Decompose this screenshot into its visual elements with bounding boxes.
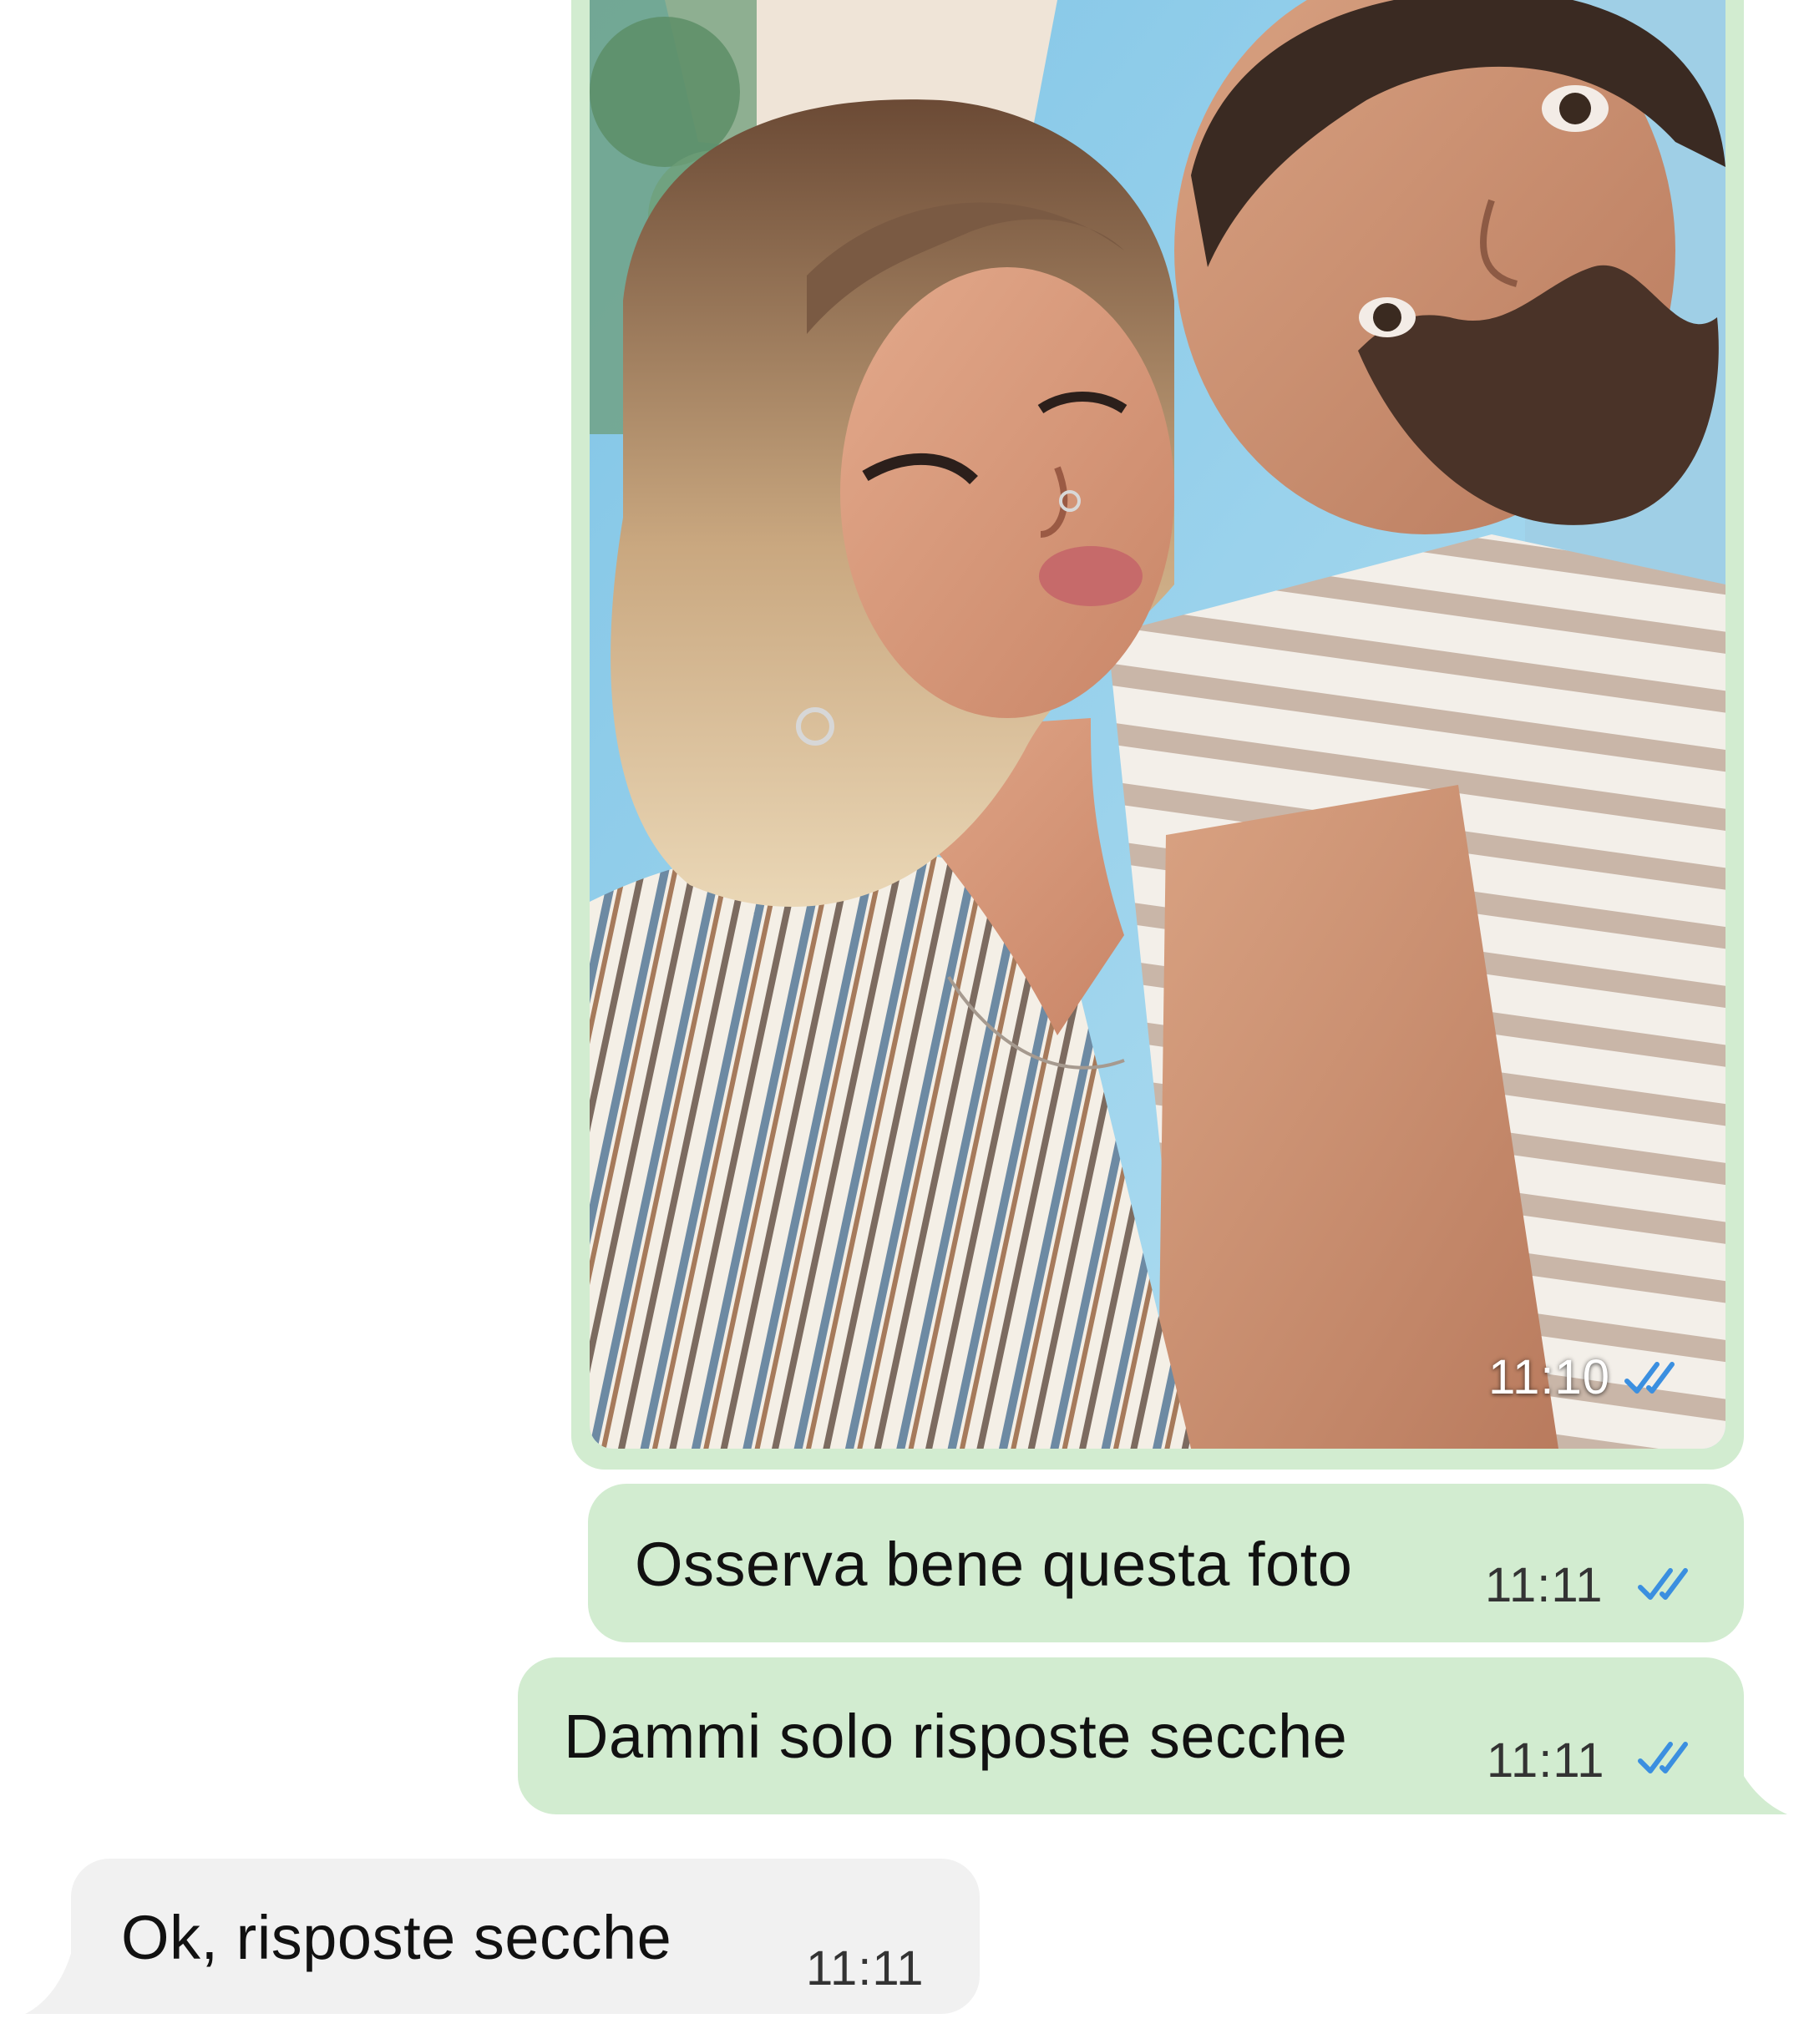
outgoing-message-2[interactable]: Dammi solo risposte secche 11:11 [518,1657,1744,1814]
message-text: Osserva bene questa foto [635,1530,1353,1599]
message-text: Ok, risposte secche [121,1903,672,1972]
incoming-message-1[interactable]: Ok, risposte secche 11:11 [71,1859,980,2014]
message-time: 11:11 [806,1941,925,1996]
chat-conversation: 11:10 Osserva bene questa foto 11:11 Dam… [0,0,1804,2044]
double-check-read-icon [1638,1568,1688,1600]
message-time: 11:11 [1485,1558,1604,1612]
message-time: 11:11 [1487,1733,1605,1788]
double-check-read-icon [1638,1742,1688,1773]
outgoing-message-1[interactable]: Osserva bene questa foto 11:11 [588,1484,1744,1642]
double-check-read-icon [1624,1361,1675,1394]
shared-photo[interactable]: 11:10 [590,0,1725,1449]
message-time: 11:10 [1488,1350,1610,1404]
bubble-tail [25,1937,75,2014]
photo-meta: 11:10 [1488,1349,1689,1405]
message-text: Dammi solo risposte secche [564,1702,1348,1771]
outgoing-photo-message[interactable]: 11:10 [571,0,1744,1470]
bubble-tail [1729,1737,1787,1814]
